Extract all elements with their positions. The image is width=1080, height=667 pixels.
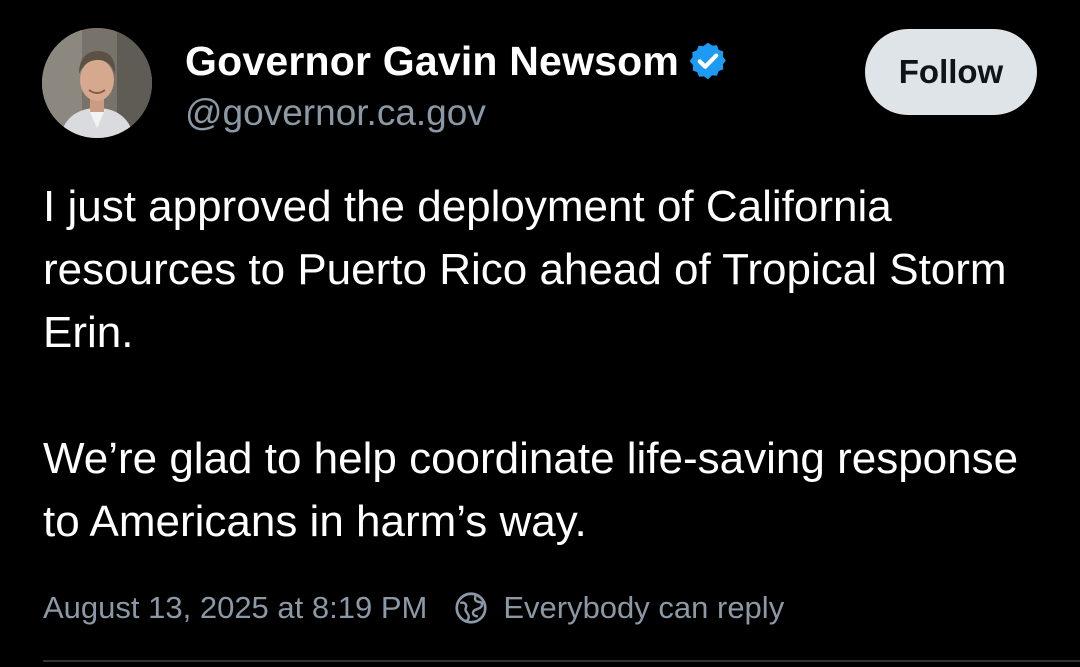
- author-name[interactable]: Governor Gavin Newsom: [185, 38, 679, 85]
- avatar-photo: [42, 28, 152, 138]
- divider: [43, 660, 1080, 662]
- post-meta: August 13, 2025 at 8:19 PM Everybody can…: [43, 585, 784, 631]
- author-handle[interactable]: @governor.ca.gov: [185, 92, 486, 134]
- reply-setting-label: Everybody can reply: [503, 590, 785, 625]
- post-card: Governor Gavin Newsom @governor.ca.gov F…: [0, 0, 1080, 667]
- verified-badge-icon: [687, 40, 729, 82]
- post-paragraph: We’re glad to help coordinate life-savin…: [43, 434, 1019, 546]
- follow-button[interactable]: Follow: [865, 29, 1037, 115]
- post-timestamp[interactable]: August 13, 2025 at 8:19 PM: [43, 590, 427, 626]
- reply-setting: Everybody can reply: [453, 590, 784, 626]
- post-paragraph: I just approved the deployment of Califo…: [43, 182, 1007, 357]
- post-text: I just approved the deployment of Califo…: [43, 175, 1053, 553]
- author-avatar[interactable]: [42, 28, 152, 138]
- globe-icon: [453, 590, 489, 626]
- author-name-row: Governor Gavin Newsom: [185, 35, 729, 87]
